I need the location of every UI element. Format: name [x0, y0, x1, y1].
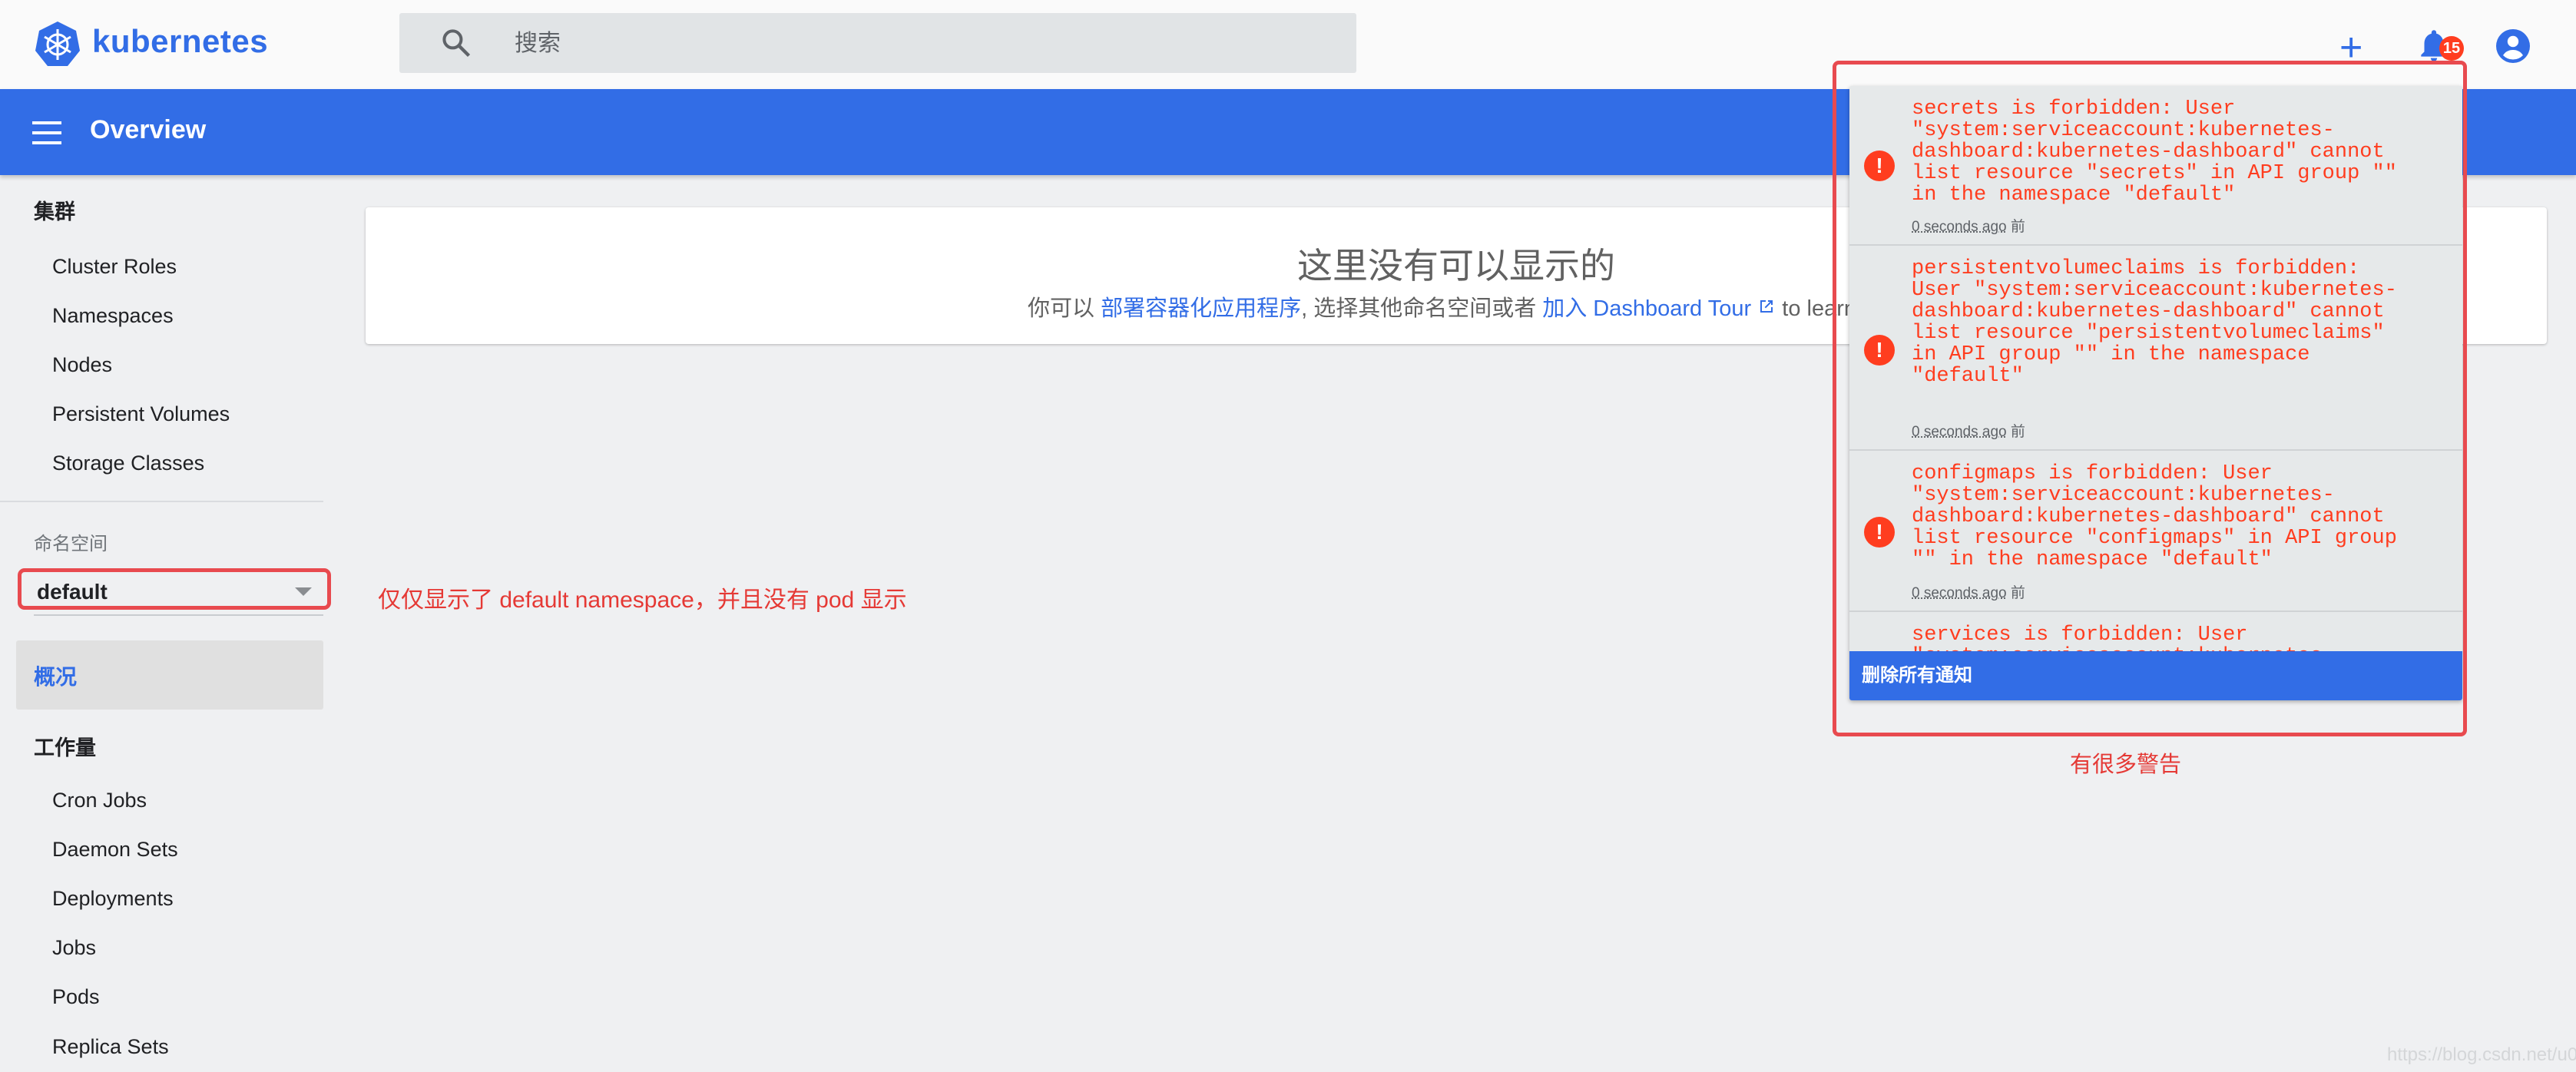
sidebar-item-nodes[interactable]: Nodes: [52, 353, 112, 377]
sidebar-heading-workloads: 工作量: [34, 731, 96, 761]
annotation-namespace-note: 仅仅显示了 default namespace，并且没有 pod 显示: [378, 581, 907, 614]
sidebar-item-replica-sets[interactable]: Replica Sets: [52, 1035, 169, 1059]
account-icon[interactable]: [2495, 28, 2531, 65]
sidebar-divider: [0, 501, 323, 502]
sidebar-item-persistent-volumes[interactable]: Persistent Volumes: [52, 402, 230, 426]
page-title: Overview: [90, 115, 206, 145]
namespace-select-value: default: [37, 580, 108, 604]
empty-middle: , 选择其他命名空间或者: [1301, 296, 1542, 321]
sidebar-item-jobs[interactable]: Jobs: [52, 936, 96, 960]
sidebar-item-cluster-roles[interactable]: Cluster Roles: [52, 255, 177, 279]
sidebar-item-namespaces[interactable]: Namespaces: [52, 304, 174, 328]
kubernetes-logo[interactable]: [34, 20, 81, 68]
namespace-label: 命名空间: [34, 528, 108, 555]
notification-count-badge: 15: [2439, 36, 2464, 61]
empty-state-description: 你可以 部署容器化应用程序, 选择其他命名空间或者 加入 Dashboard T…: [1028, 290, 1913, 323]
annotation-highlight-box: [1833, 61, 2467, 736]
dashboard-tour-link[interactable]: 加入 Dashboard Tour: [1542, 296, 1776, 321]
sidebar-item-overview[interactable]: 概况: [16, 640, 323, 710]
tour-link-label: 加入 Dashboard Tour: [1542, 296, 1751, 321]
brand-name[interactable]: kubernetes: [92, 23, 268, 60]
sidebar-item-daemon-sets[interactable]: Daemon Sets: [52, 838, 178, 862]
external-link-icon: [1757, 297, 1776, 316]
namespace-select-underline: [34, 614, 323, 616]
menu-icon[interactable]: [32, 121, 61, 144]
sidebar-item-pods[interactable]: Pods: [52, 985, 100, 1009]
sidebar-item-cron-jobs[interactable]: Cron Jobs: [52, 789, 147, 812]
sidebar-heading-cluster: 集群: [34, 195, 75, 225]
dropdown-arrow-icon: [295, 587, 312, 596]
empty-prefix: 你可以: [1028, 296, 1101, 321]
namespace-select[interactable]: default: [18, 568, 331, 610]
search-input[interactable]: [513, 15, 1284, 72]
sidebar-item-label: 概况: [34, 660, 77, 691]
sidebar-item-deployments[interactable]: Deployments: [52, 887, 174, 911]
search-icon: [439, 26, 473, 60]
sidebar-item-storage-classes[interactable]: Storage Classes: [52, 452, 204, 475]
annotation-warnings-note: 有很多警告: [2070, 746, 2181, 779]
deploy-app-link[interactable]: 部署容器化应用程序: [1101, 296, 1301, 321]
watermark: https://blog.csdn.net/u013068377: [2387, 1044, 2576, 1066]
